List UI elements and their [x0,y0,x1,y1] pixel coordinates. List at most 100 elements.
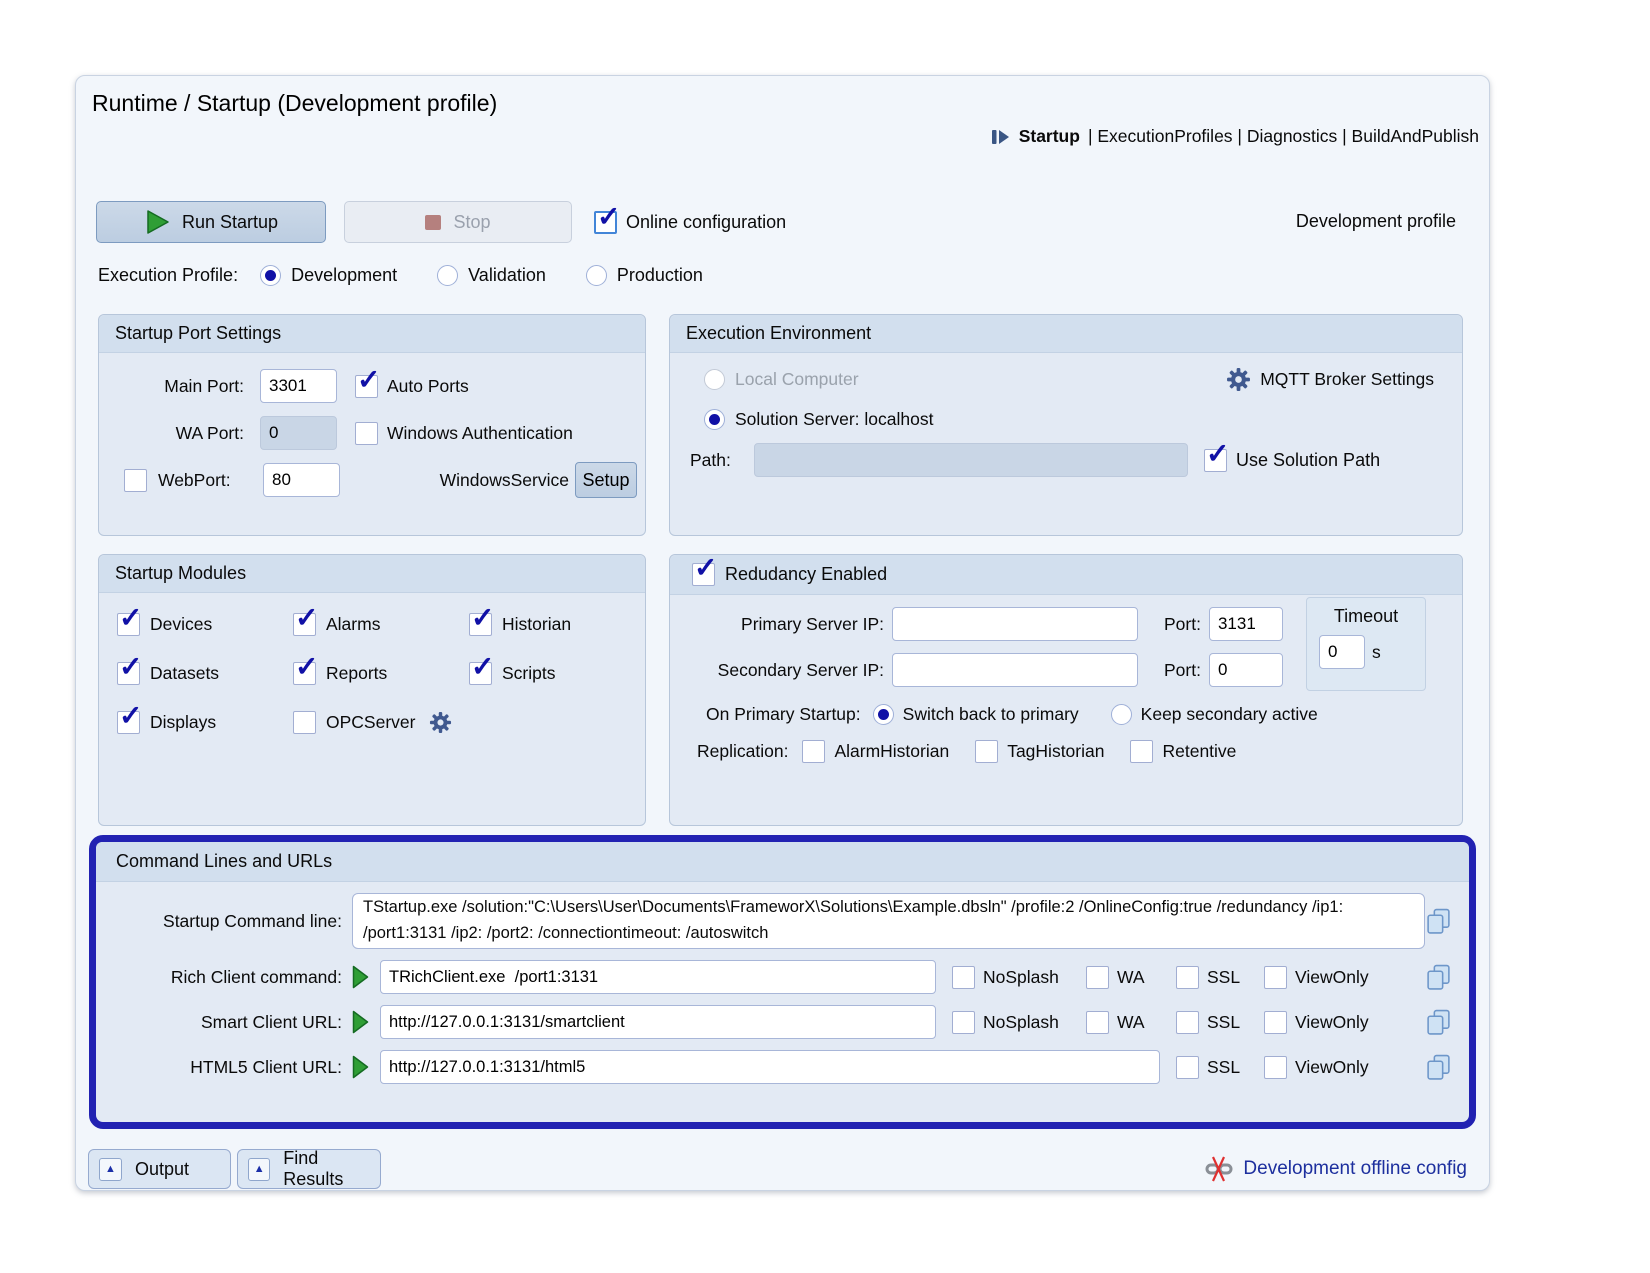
check-icon: ✓ [357,366,380,394]
output-button[interactable]: ▲ Output [88,1149,231,1189]
smart-client-input[interactable] [380,1005,936,1039]
gear-icon[interactable] [429,711,452,734]
smart-nosplash-checkbox[interactable]: ✓ [952,1011,975,1034]
smart-nosplash-option: ✓ NoSplash [952,1011,1070,1034]
keep-secondary-radio[interactable] [1111,704,1132,725]
replication-retentive-checkbox[interactable]: ✓ [1130,740,1153,763]
webport-checkbox[interactable]: ✓ [124,469,147,492]
solution-server-radio[interactable] [704,409,725,430]
copy-rich-client-button[interactable] [1425,964,1455,991]
use-solution-path-checkbox[interactable]: ✓ [1204,449,1227,472]
profile-production-label: Production [617,265,703,286]
execution-environment-panel: Execution Environment Local Computer [669,314,1463,536]
rich-viewonly-checkbox[interactable]: ✓ [1264,966,1287,989]
html5-viewonly-option: ✓ ViewOnly [1264,1056,1388,1079]
module-historian-label: Historian [502,614,571,635]
module-displays-checkbox[interactable]: ✓ [117,711,140,734]
module-opcserver-label: OPCServer [326,712,415,733]
auto-ports-checkbox[interactable]: ✓ [355,375,378,398]
breadcrumb: Startup | ExecutionProfiles | Diagnostic… [991,126,1479,147]
module-opcserver-checkbox[interactable]: ✓ [293,711,316,734]
wa-port-label: WA Port: [99,423,244,444]
html5-viewonly-label: ViewOnly [1295,1057,1369,1078]
windows-auth-checkbox[interactable]: ✓ [355,422,378,445]
profile-production-radio[interactable] [586,265,607,286]
copy-smart-client-button[interactable] [1425,1009,1455,1036]
smart-client-run-button[interactable] [352,1010,372,1034]
rich-wa-checkbox[interactable]: ✓ [1086,966,1109,989]
run-play-icon [144,209,170,235]
offline-config-status: Development offline config [1204,1155,1467,1183]
breadcrumb-item-startup[interactable]: Startup [1019,126,1080,147]
copy-startup-command-button[interactable] [1425,908,1455,935]
rich-viewonly-label: ViewOnly [1295,967,1369,988]
startup-command-label: Startup Command line: [110,911,350,932]
disconnected-icon [1204,1155,1234,1183]
wa-port-row: WA Port: ✓ Windows Authentication [99,416,645,450]
primary-port-input[interactable] [1209,607,1283,641]
startup-command-input[interactable]: TStartup.exe /solution:"C:\Users\User\Do… [352,893,1425,949]
module-devices: ✓ Devices [117,613,293,636]
copy-icon [1425,964,1452,991]
smart-viewonly-checkbox[interactable]: ✓ [1264,1011,1287,1034]
main-port-input[interactable] [260,369,337,403]
module-devices-label: Devices [150,614,212,635]
module-datasets-label: Datasets [150,663,219,684]
local-computer-label: Local Computer [735,369,859,390]
replication-row: Replication: ✓ AlarmHistorian ✓ TagHisto… [670,740,1462,763]
html5-client-input[interactable] [380,1050,1160,1084]
rich-ssl-label: SSL [1207,967,1240,988]
module-devices-checkbox[interactable]: ✓ [117,613,140,636]
module-datasets: ✓ Datasets [117,662,293,685]
redundancy-enabled-checkbox[interactable]: ✓ [692,563,715,586]
profile-development-radio[interactable] [260,265,281,286]
rich-nosplash-checkbox[interactable]: ✓ [952,966,975,989]
rich-nosplash-label: NoSplash [983,967,1059,988]
rich-client-label: Rich Client command: [110,967,350,988]
profile-badge: Development profile [1296,211,1456,232]
smart-ssl-checkbox[interactable]: ✓ [1176,1011,1199,1034]
secondary-port-label: Port: [1164,660,1201,681]
find-results-button[interactable]: ▲ Find Results [237,1149,381,1189]
module-datasets-checkbox[interactable]: ✓ [117,662,140,685]
rich-nosplash-option: ✓ NoSplash [952,966,1070,989]
rich-client-input[interactable] [380,960,936,994]
mqtt-broker-settings[interactable]: MQTT Broker Settings [1226,367,1434,392]
online-configuration-option: ✓ Online configuration [594,211,786,234]
run-startup-button[interactable]: Run Startup [96,201,326,243]
replication-taghistorian-checkbox[interactable]: ✓ [975,740,998,763]
keep-secondary-label: Keep secondary active [1141,704,1318,725]
breadcrumb-items[interactable]: | ExecutionProfiles | Diagnostics | Buil… [1088,126,1479,147]
timeout-input[interactable] [1319,635,1365,669]
switch-back-radio[interactable] [873,704,894,725]
rich-viewonly-option: ✓ ViewOnly [1264,966,1388,989]
startup-port-settings-panel: Startup Port Settings Main Port: ✓ Auto … [98,314,646,536]
rich-ssl-checkbox[interactable]: ✓ [1176,966,1199,989]
check-icon: ✓ [119,653,142,681]
replication-alarmhistorian-checkbox[interactable]: ✓ [802,740,825,763]
smart-wa-checkbox[interactable]: ✓ [1086,1011,1109,1034]
html5-client-run-button[interactable] [352,1055,372,1079]
module-scripts-checkbox[interactable]: ✓ [469,662,492,685]
windows-service-setup-button[interactable]: Setup [575,462,637,498]
rich-client-run-button[interactable] [352,965,372,989]
html5-viewonly-checkbox[interactable]: ✓ [1264,1056,1287,1079]
module-reports-checkbox[interactable]: ✓ [293,662,316,685]
startup-modules-title: Startup Modules [99,555,645,593]
check-icon: ✓ [471,604,494,632]
module-historian-checkbox[interactable]: ✓ [469,613,492,636]
copy-html5-client-button[interactable] [1425,1054,1455,1081]
switch-back-label: Switch back to primary [903,704,1079,725]
on-primary-startup-label: On Primary Startup: [706,704,861,725]
module-alarms-checkbox[interactable]: ✓ [293,613,316,636]
online-configuration-checkbox[interactable]: ✓ [594,211,617,234]
secondary-port-input[interactable] [1209,653,1283,687]
html5-ssl-checkbox[interactable]: ✓ [1176,1056,1199,1079]
secondary-ip-input[interactable] [892,653,1138,687]
startup-command-row: Startup Command line: TStartup.exe /solu… [96,893,1455,949]
module-opcserver: ✓ OPCServer [293,711,469,734]
online-configuration-label: Online configuration [626,212,786,233]
primary-ip-input[interactable] [892,607,1138,641]
webport-input[interactable] [263,463,340,497]
profile-validation-radio[interactable] [437,265,458,286]
